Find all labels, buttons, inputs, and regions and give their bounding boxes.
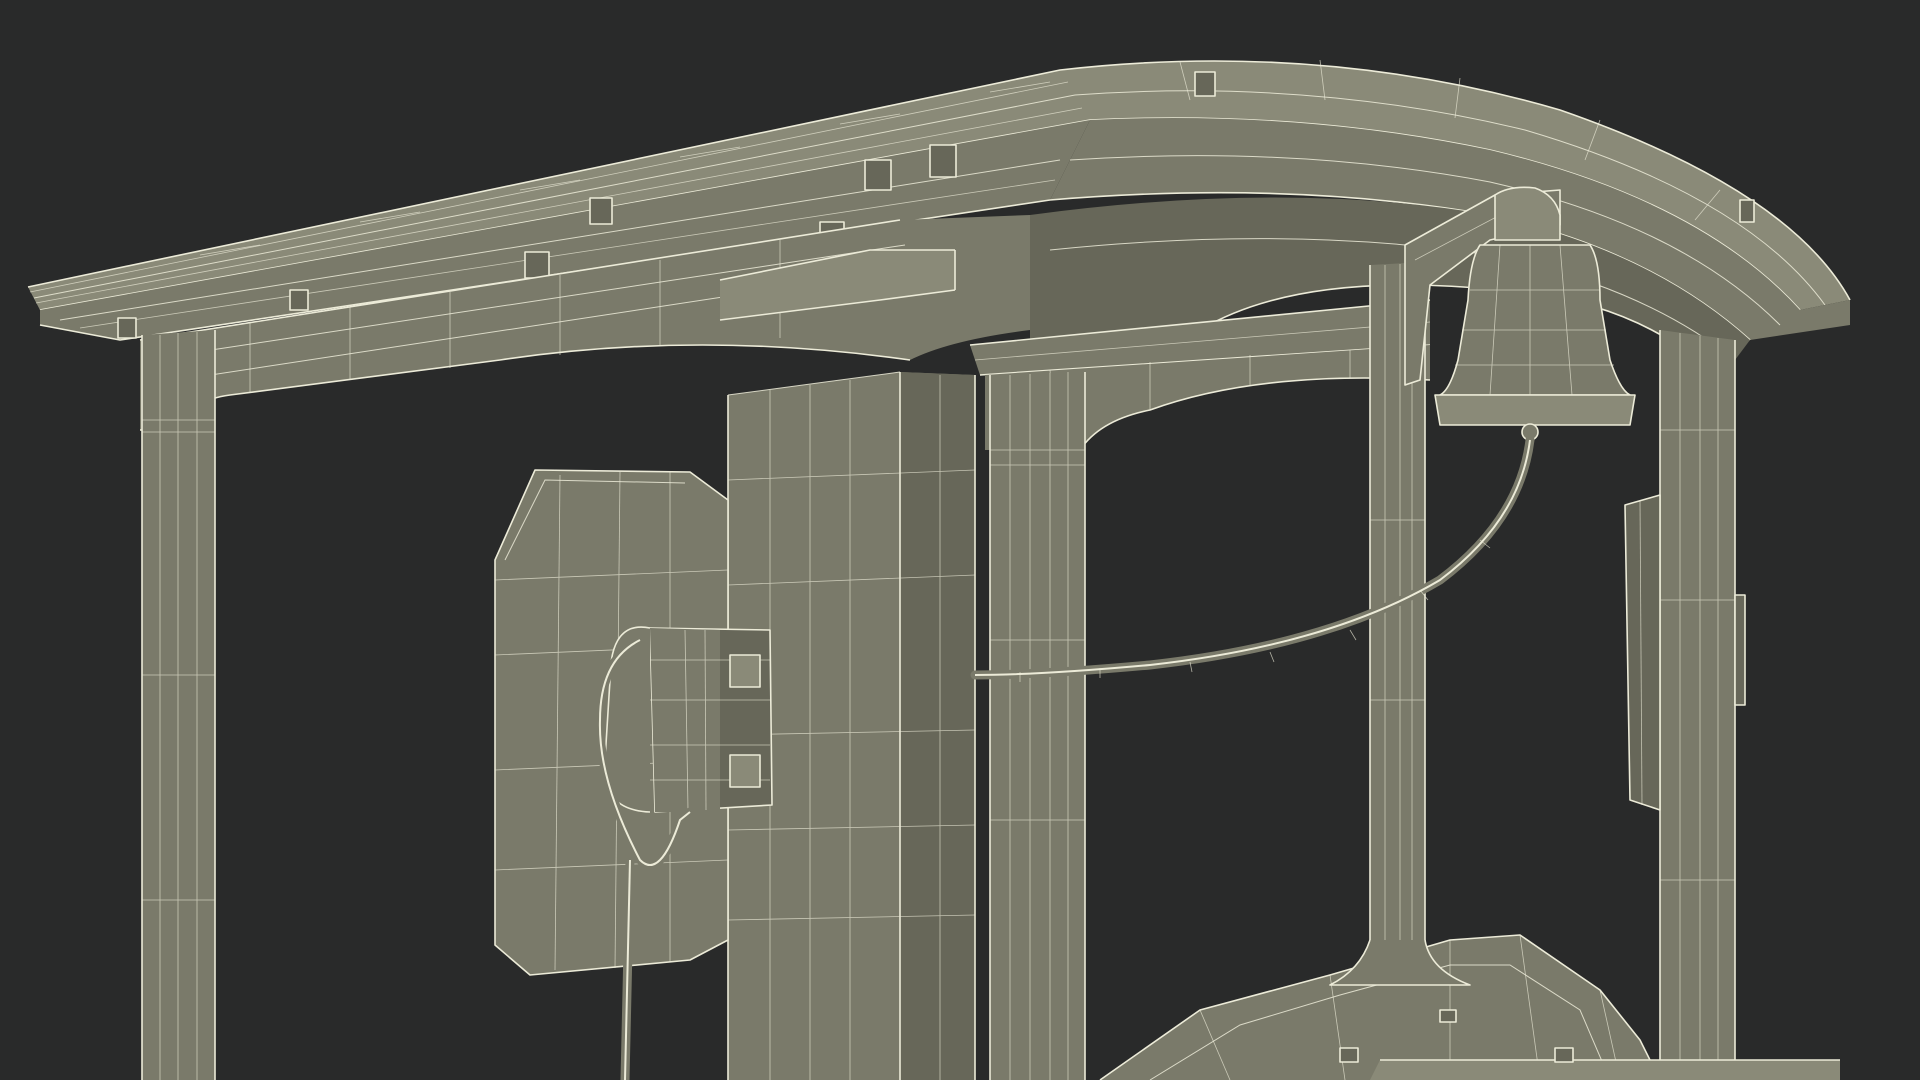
viewport-3d[interactable] — [0, 0, 1920, 1080]
wireframe-render — [27, 59, 1851, 1080]
middle-post — [989, 372, 1086, 1080]
far-right-post — [1624, 330, 1746, 1060]
left-post — [141, 330, 216, 1080]
